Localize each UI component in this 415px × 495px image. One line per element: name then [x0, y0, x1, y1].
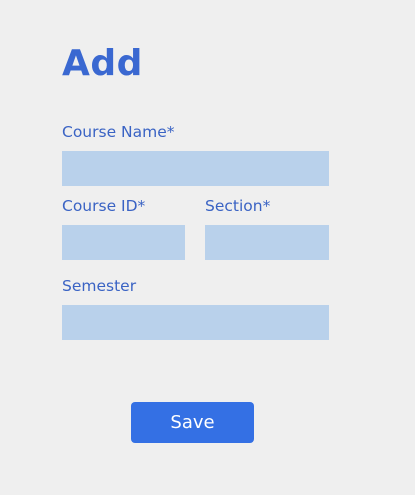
semester-field[interactable] — [62, 305, 329, 340]
save-button[interactable]: Save — [131, 402, 254, 443]
semester-label: Semester — [62, 277, 137, 295]
page-title: Add — [62, 43, 143, 84]
course-id-label: Course ID* — [62, 197, 146, 215]
course-id-field[interactable] — [62, 225, 185, 260]
course-name-label: Course Name* — [62, 123, 175, 141]
section-field[interactable] — [205, 225, 329, 260]
section-label: Section* — [205, 197, 271, 215]
course-name-field[interactable] — [62, 151, 329, 186]
